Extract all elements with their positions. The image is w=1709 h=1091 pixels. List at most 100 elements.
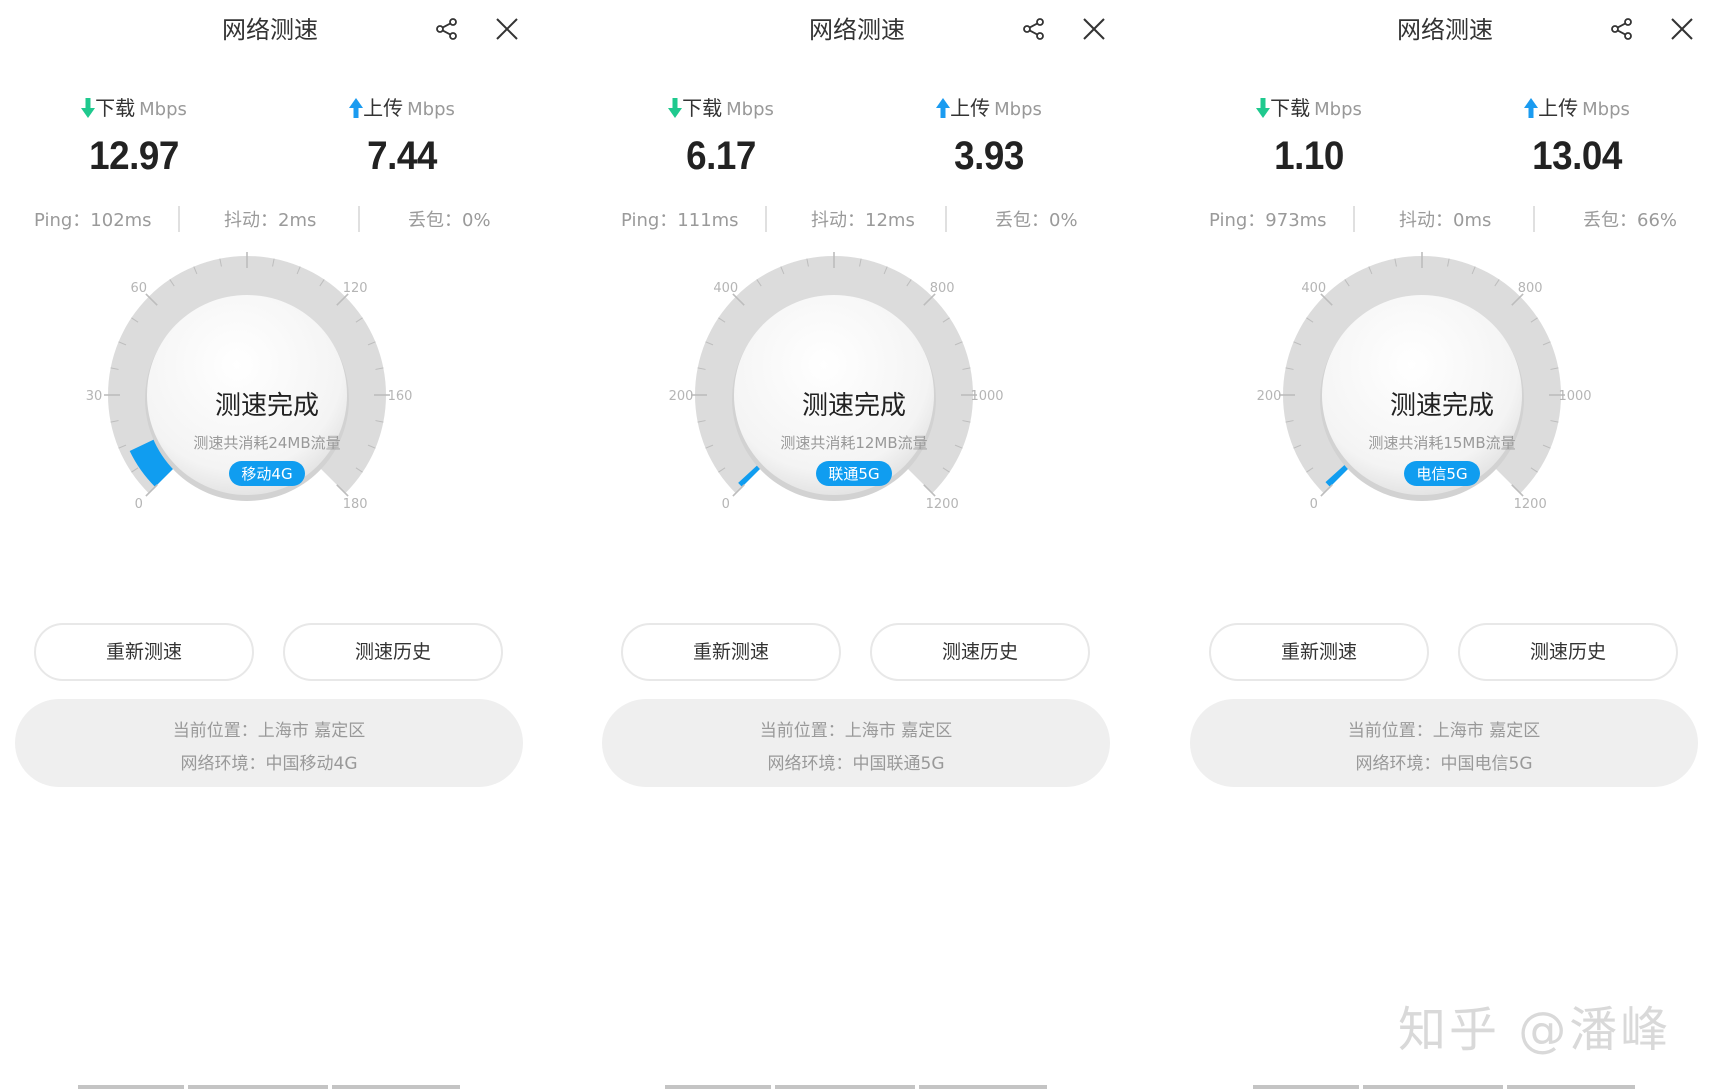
upload-metric: 上传 Mbps 13.04 <box>1477 96 1677 179</box>
download-unit: Mbps <box>1314 99 1362 120</box>
divider <box>1533 206 1535 232</box>
upload-value: 13.04 <box>1532 134 1622 178</box>
upload-label: 上传 <box>363 96 404 120</box>
speedtest-panel: 网络测速 下载 Mbps 12.97 上传 Mbps 7.44 Ping：102… <box>0 0 534 1091</box>
speed-gauge: 0306090120160180 测速完成 测速共消耗24MB流量 移动4G <box>67 250 467 570</box>
download-value: 12.97 <box>89 134 179 178</box>
download-value: 6.17 <box>686 134 756 178</box>
download-metric: 下载 Mbps 1.10 <box>1209 96 1409 179</box>
ping-stat: Ping：111ms <box>621 210 739 231</box>
network-environment: 网络环境：中国移动4G <box>180 754 358 774</box>
upload-label: 上传 <box>950 96 991 120</box>
network-environment: 网络环境：中国电信5G <box>1355 754 1533 774</box>
home-indicator <box>78 1085 460 1089</box>
share-icon[interactable] <box>1021 16 1047 42</box>
latency-stats: Ping：102ms 抖动：2ms 丢包：0% <box>20 206 514 234</box>
jitter-stat: 抖动：2ms <box>224 210 317 231</box>
speed-gauge: 020040060080010001200 测速完成 测速共消耗15MB流量 电… <box>1242 250 1642 570</box>
current-location: 当前位置：上海市 嘉定区 <box>172 721 366 741</box>
download-arrow-icon <box>81 98 96 118</box>
speedtest-panel: 网络测速 下载 Mbps 6.17 上传 Mbps 3.93 Ping：111m… <box>587 0 1121 1091</box>
download-label: 下载 <box>1270 96 1311 120</box>
jitter-stat: 抖动：12ms <box>811 210 915 231</box>
packet-loss-stat: 丢包：0% <box>408 210 491 231</box>
network-type-badge: 电信5G <box>1404 461 1480 486</box>
close-icon[interactable] <box>1669 16 1695 42</box>
data-consumed: 测速共消耗15MB流量 <box>1368 434 1516 452</box>
gauge-tick-label: 600 <box>822 250 847 251</box>
download-value: 1.10 <box>1274 134 1344 178</box>
speed-gauge: 020040060080010001200 测速完成 测速共消耗12MB流量 联… <box>654 250 1054 570</box>
home-indicator <box>665 1085 1047 1089</box>
gauge-tick-label: 400 <box>1301 281 1326 296</box>
network-environment: 网络环境：中国联通5G <box>767 754 945 774</box>
test-status: 测速完成 <box>1389 391 1494 421</box>
network-type-badge: 移动4G <box>229 461 305 486</box>
retest-button[interactable]: 重新测速 <box>621 623 841 681</box>
location-info: 当前位置：上海市 嘉定区 网络环境：中国联通5G <box>602 699 1110 787</box>
upload-value: 7.44 <box>367 134 437 178</box>
page-title: 网络测速 <box>222 16 318 44</box>
gauge-tick-label: 400 <box>713 281 738 296</box>
page-title: 网络测速 <box>1397 16 1493 44</box>
latency-stats: Ping：973ms 抖动：0ms 丢包：66% <box>1195 206 1689 234</box>
current-location: 当前位置：上海市 嘉定区 <box>759 721 953 741</box>
home-indicator <box>1253 1085 1635 1089</box>
gauge-tick-label: 1200 <box>1514 497 1547 512</box>
jitter-stat: 抖动：0ms <box>1399 210 1492 231</box>
divider <box>1353 206 1355 232</box>
gauge-tick-label: 120 <box>343 281 368 296</box>
download-metric: 下载 Mbps 6.17 <box>621 96 821 179</box>
upload-unit: Mbps <box>407 99 455 120</box>
share-icon[interactable] <box>1609 16 1635 42</box>
gauge-tick-label: 0 <box>135 497 143 512</box>
upload-unit: Mbps <box>994 99 1042 120</box>
gauge-tick-label: 0 <box>722 497 730 512</box>
download-label: 下载 <box>95 96 136 120</box>
history-button[interactable]: 测速历史 <box>1458 623 1678 681</box>
divider <box>765 206 767 232</box>
download-label: 下载 <box>682 96 723 120</box>
download-metric: 下载 Mbps 12.97 <box>34 96 234 179</box>
divider <box>945 206 947 232</box>
history-button[interactable]: 测速历史 <box>283 623 503 681</box>
close-icon[interactable] <box>1081 16 1107 42</box>
data-consumed: 测速共消耗12MB流量 <box>780 434 928 452</box>
location-info: 当前位置：上海市 嘉定区 网络环境：中国移动4G <box>15 699 523 787</box>
download-arrow-icon <box>1256 98 1271 118</box>
share-icon[interactable] <box>434 16 460 42</box>
upload-metric: 上传 Mbps 3.93 <box>889 96 1089 179</box>
divider <box>178 206 180 232</box>
latency-stats: Ping：111ms 抖动：12ms 丢包：0% <box>607 206 1101 234</box>
test-status: 测速完成 <box>214 391 319 421</box>
test-status: 测速完成 <box>801 391 906 421</box>
gauge-tick-label: 0 <box>1310 497 1318 512</box>
upload-arrow-icon <box>349 98 364 118</box>
upload-arrow-icon <box>936 98 951 118</box>
upload-label: 上传 <box>1538 96 1579 120</box>
page-title: 网络测速 <box>809 16 905 44</box>
gauge-tick-label: 800 <box>1518 281 1543 296</box>
gauge-tick-label: 60 <box>131 281 148 296</box>
gauge-tick-label: 800 <box>930 281 955 296</box>
gauge-tick-label: 600 <box>1410 250 1435 251</box>
location-info: 当前位置：上海市 嘉定区 网络环境：中国电信5G <box>1190 699 1698 787</box>
retest-button[interactable]: 重新测速 <box>1209 623 1429 681</box>
current-location: 当前位置：上海市 嘉定区 <box>1347 721 1541 741</box>
upload-metric: 上传 Mbps 7.44 <box>302 96 502 179</box>
gauge-tick-label: 180 <box>343 497 368 512</box>
download-arrow-icon <box>668 98 683 118</box>
upload-arrow-icon <box>1524 98 1539 118</box>
network-type-badge: 联通5G <box>816 461 892 486</box>
retest-button[interactable]: 重新测速 <box>34 623 254 681</box>
download-unit: Mbps <box>139 99 187 120</box>
speedtest-panel: 网络测速 下载 Mbps 1.10 上传 Mbps 13.04 Ping：973… <box>1175 0 1709 1091</box>
packet-loss-stat: 丢包：66% <box>1583 210 1678 231</box>
history-button[interactable]: 测速历史 <box>870 623 1090 681</box>
gauge-tick-label: 90 <box>239 250 256 251</box>
packet-loss-stat: 丢包：0% <box>995 210 1078 231</box>
close-icon[interactable] <box>494 16 520 42</box>
data-consumed: 测速共消耗24MB流量 <box>193 434 341 452</box>
download-unit: Mbps <box>726 99 774 120</box>
divider <box>358 206 360 232</box>
